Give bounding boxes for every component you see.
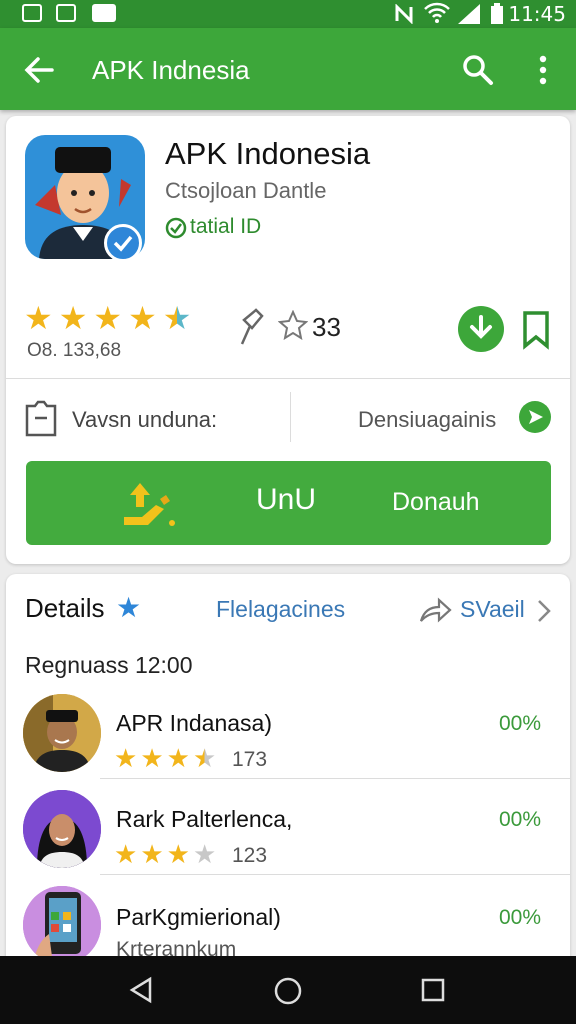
avatar	[23, 694, 101, 772]
divider	[6, 378, 570, 379]
half-star-icon: ★	[192, 743, 217, 773]
item-rating-count: 173	[232, 748, 268, 771]
rating-count: O8. 133,68	[27, 340, 122, 361]
item-percent: 00%	[499, 808, 542, 831]
gallery-notification-icon	[22, 4, 42, 22]
play-arrow-icon	[529, 410, 543, 424]
details-title: Details	[25, 593, 105, 623]
related-link[interactable]: Flelagacines	[216, 596, 345, 623]
award-star-icon	[278, 310, 308, 340]
star-icon: ★	[58, 300, 88, 336]
file-icon	[25, 400, 57, 437]
star-icon: ★	[116, 592, 142, 623]
rating-stars: ★ ★ ★ ★ ★	[24, 302, 191, 334]
battery-icon	[491, 3, 503, 24]
section-heading: Regnuass 12:00	[25, 652, 193, 678]
share-arrow-icon[interactable]	[418, 596, 452, 624]
nav-back-icon[interactable]	[128, 976, 154, 1004]
check-circle-icon	[165, 217, 187, 239]
item-rating-stars: ★ ★ ★ ★	[114, 841, 216, 867]
developer-name[interactable]: Ctsojloan Dantle	[165, 178, 326, 204]
version-label: Vavsn unduna:	[72, 407, 218, 432]
star-icon: ★	[166, 743, 190, 773]
search-icon[interactable]	[462, 54, 494, 86]
verified-badge-icon	[104, 224, 142, 262]
navigation-bar	[0, 956, 576, 1024]
star-icon: ★	[93, 300, 123, 336]
star-icon: ★	[140, 743, 164, 773]
pin-icon	[240, 308, 264, 345]
primary-download-button[interactable]: UnU Donauh	[26, 461, 551, 545]
empty-star-icon: ★	[192, 839, 217, 869]
half-star-icon: ★	[162, 300, 192, 336]
category-label[interactable]: Densiuagainis	[358, 407, 496, 433]
nav-recents-icon[interactable]	[420, 977, 446, 1003]
clock: 11:45	[508, 2, 566, 26]
star-icon: ★	[24, 300, 53, 336]
divider	[100, 778, 570, 779]
item-name: APR Indanasa)	[116, 710, 272, 736]
star-icon: ★	[166, 839, 190, 869]
wifi-icon	[424, 2, 450, 23]
back-arrow-icon[interactable]	[24, 56, 54, 84]
item-name: ParKgmierional)	[116, 904, 281, 930]
nfc-icon	[395, 4, 413, 24]
item-name: Rark Palterlenca,	[116, 806, 293, 832]
chevron-right-icon[interactable]	[536, 598, 552, 624]
overflow-menu-icon[interactable]	[536, 54, 550, 86]
app-tag: tatial ID	[190, 215, 262, 238]
category-arrow-button[interactable]	[519, 401, 551, 433]
download-arrow-icon	[470, 315, 492, 339]
item-percent: 00%	[499, 906, 542, 929]
calendar-notification-icon	[56, 4, 76, 22]
stat-value: 33	[312, 312, 341, 342]
star-icon: ★	[128, 300, 157, 336]
app-bar: APK Indnesia	[0, 28, 576, 110]
item-rating-count: 123	[232, 844, 268, 867]
star-icon: ★	[114, 743, 138, 773]
app-title: APK Indonesia	[165, 136, 371, 171]
nav-home-icon[interactable]	[273, 976, 303, 1006]
status-bar: 11:45	[0, 0, 576, 28]
item-rating-stars: ★ ★ ★ ★	[114, 745, 216, 771]
signal-icon	[458, 4, 480, 24]
avatar	[23, 790, 101, 868]
item-percent: 00%	[499, 712, 542, 735]
bookmark-icon[interactable]	[520, 310, 552, 350]
install-hand-icon	[124, 483, 175, 526]
camera-notification-icon	[92, 4, 116, 22]
divider	[100, 874, 570, 875]
share-label[interactable]: SVaeil	[460, 596, 525, 623]
primary-button-secondary-label: Donauh	[392, 488, 480, 516]
download-button[interactable]	[458, 306, 504, 352]
divider	[290, 392, 291, 442]
avatar	[23, 886, 101, 964]
primary-button-label: UnU	[256, 483, 317, 516]
app-bar-title: APK Indnesia	[92, 55, 250, 85]
star-icon: ★	[140, 839, 164, 869]
star-icon: ★	[114, 839, 138, 869]
